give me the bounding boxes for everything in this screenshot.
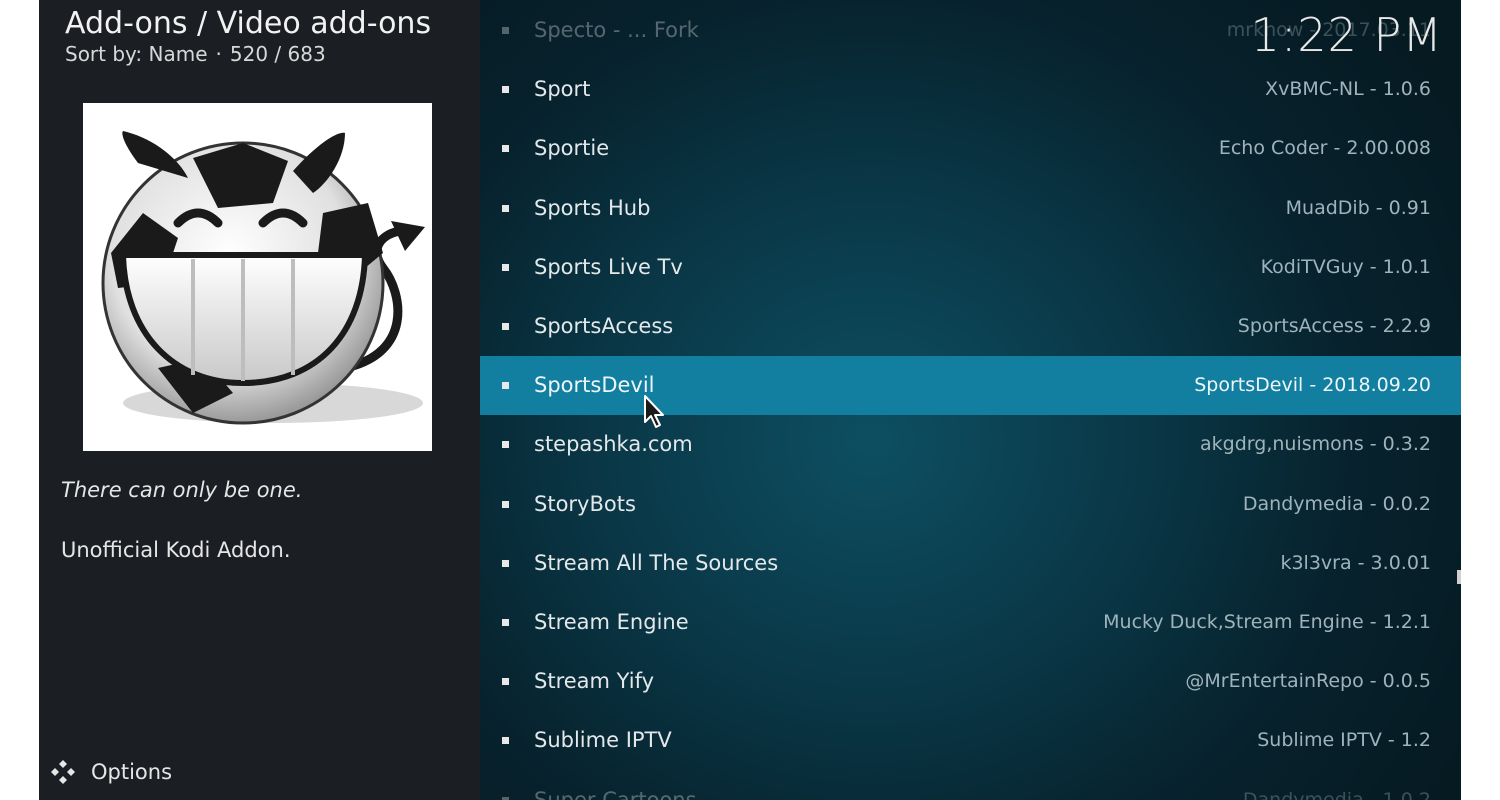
addon-name: SportsAccess <box>534 314 674 338</box>
bullet-icon <box>502 27 509 34</box>
mouse-cursor-icon <box>644 395 664 428</box>
addon-author-version: KodiTVGuy - 1.0.1 <box>1260 255 1431 278</box>
list-item[interactable]: Stream All The Sources k3l3vra - 3.0.01 <box>480 534 1461 593</box>
addon-author-version: Echo Coder - 2.00.008 <box>1218 137 1431 160</box>
addon-name: Stream Engine <box>534 610 689 634</box>
list-item[interactable]: Sports Hub MuadDib - 0.91 <box>480 179 1461 238</box>
bullet-icon <box>502 737 509 745</box>
addon-description: Unofficial Kodi Addon. <box>61 538 291 562</box>
addon-name: Sublime IPTV <box>534 728 672 753</box>
list-item[interactable]: Super Cartoons Dandymedia - 1.0.2 <box>480 771 1461 800</box>
addon-name: Specto - ... Fork <box>534 18 699 42</box>
bullet-icon <box>502 559 509 567</box>
addon-author-version: akgdrg,nuismons - 0.3.2 <box>1200 433 1431 456</box>
addon-list-panel: Specto - ... Fork mrknow - 2017.03.11 Spor… <box>480 0 1461 800</box>
list-item[interactable]: Sublime IPTV Sublime IPTV - 1.2 <box>480 711 1461 770</box>
addon-author-version: Sublime IPTV - 1.2 <box>1257 729 1431 752</box>
bullet-icon <box>502 145 509 153</box>
addon-author-version: k3l3vra - 3.0.01 <box>1280 551 1431 574</box>
addon-author-version: Dandymedia - 0.0.2 <box>1242 492 1431 515</box>
addon-author-version: Mucky Duck,Stream Engine - 1.2.1 <box>1103 611 1431 633</box>
addon-name: Super Cartoons <box>534 787 697 800</box>
addon-name: Stream All The Sources <box>534 550 779 575</box>
addon-author-version: SportsDevil - 2018.09.20 <box>1194 374 1431 397</box>
bullet-icon <box>502 796 509 800</box>
list-item[interactable]: SportsAccess SportsAccess - 2.2.9 <box>480 297 1461 356</box>
list-item[interactable]: Sportie Echo Coder - 2.00.008 <box>480 119 1461 178</box>
bullet-icon <box>502 441 509 449</box>
list-item[interactable]: Sports Live Tv KodiTVGuy - 1.0.1 <box>480 238 1461 297</box>
addon-info-panel: Add-ons / Video add-ons Sort by: Name · 52… <box>39 0 480 800</box>
page-title: Add-ons / Video add-ons <box>65 6 432 41</box>
addon-author-version: @MrEntertainRepo - 0.0.5 <box>1185 670 1431 693</box>
options-label: Options <box>91 760 173 784</box>
bullet-icon <box>502 263 509 271</box>
bullet-icon <box>502 619 509 626</box>
addon-name: StoryBots <box>534 491 636 516</box>
options-button[interactable]: Options <box>49 758 172 786</box>
addon-author-version: XvBMC-NL - 1.0.6 <box>1265 78 1431 101</box>
addon-author-version: SportsAccess - 2.2.9 <box>1237 315 1431 337</box>
options-gear-icon <box>51 760 75 784</box>
scrollbar[interactable] <box>1457 570 1461 584</box>
addon-author-version: Dandymedia - 1.0.2 <box>1242 788 1431 800</box>
clock: 1:22 PM <box>1250 8 1443 62</box>
kodi-screen: Add-ons / Video add-ons Sort by: Name · 52… <box>39 0 1461 800</box>
addon-name: Sport <box>534 77 591 102</box>
addon-name: Sports Live Tv <box>534 254 683 279</box>
bullet-icon <box>502 86 509 94</box>
addon-name: Sports Hub <box>534 195 651 220</box>
sportsdevil-logo-icon <box>101 131 425 425</box>
list-item[interactable]: stepashka.com akgdrg,nuismons - 0.3.2 <box>480 415 1461 474</box>
bullet-icon <box>502 382 509 390</box>
list-item[interactable]: Stream Engine Mucky Duck,Stream Engine - … <box>480 593 1461 652</box>
list-item-selected[interactable]: SportsDevil SportsDevil - 2018.09.20 <box>480 356 1461 416</box>
addon-thumbnail <box>83 103 432 451</box>
addon-name: stepashka.com <box>534 432 693 457</box>
addon-name: Stream Yify <box>534 669 655 694</box>
addon-author-version: MuadDib - 0.91 <box>1285 196 1431 219</box>
bullet-icon <box>502 204 509 212</box>
bullet-icon <box>502 678 509 686</box>
list-item[interactable]: Sport XvBMC-NL - 1.0.6 <box>480 60 1461 119</box>
list-item[interactable]: Stream Yify @MrEntertainRepo - 0.0.5 <box>480 652 1461 711</box>
bullet-icon <box>502 323 509 330</box>
item-position: 520 / 683 <box>229 42 326 66</box>
sort-info: Sort by: Name · 520 / 683 <box>65 42 326 66</box>
sort-label[interactable]: Sort by: Name <box>65 42 208 66</box>
bullet-icon <box>502 500 509 508</box>
list-item[interactable]: StoryBots Dandymedia - 0.0.2 <box>480 475 1461 534</box>
addon-name: Sportie <box>534 136 610 161</box>
sort-separator: · <box>215 42 222 66</box>
addon-name: SportsDevil <box>534 373 655 398</box>
addon-tagline: There can only be one. <box>61 478 303 502</box>
